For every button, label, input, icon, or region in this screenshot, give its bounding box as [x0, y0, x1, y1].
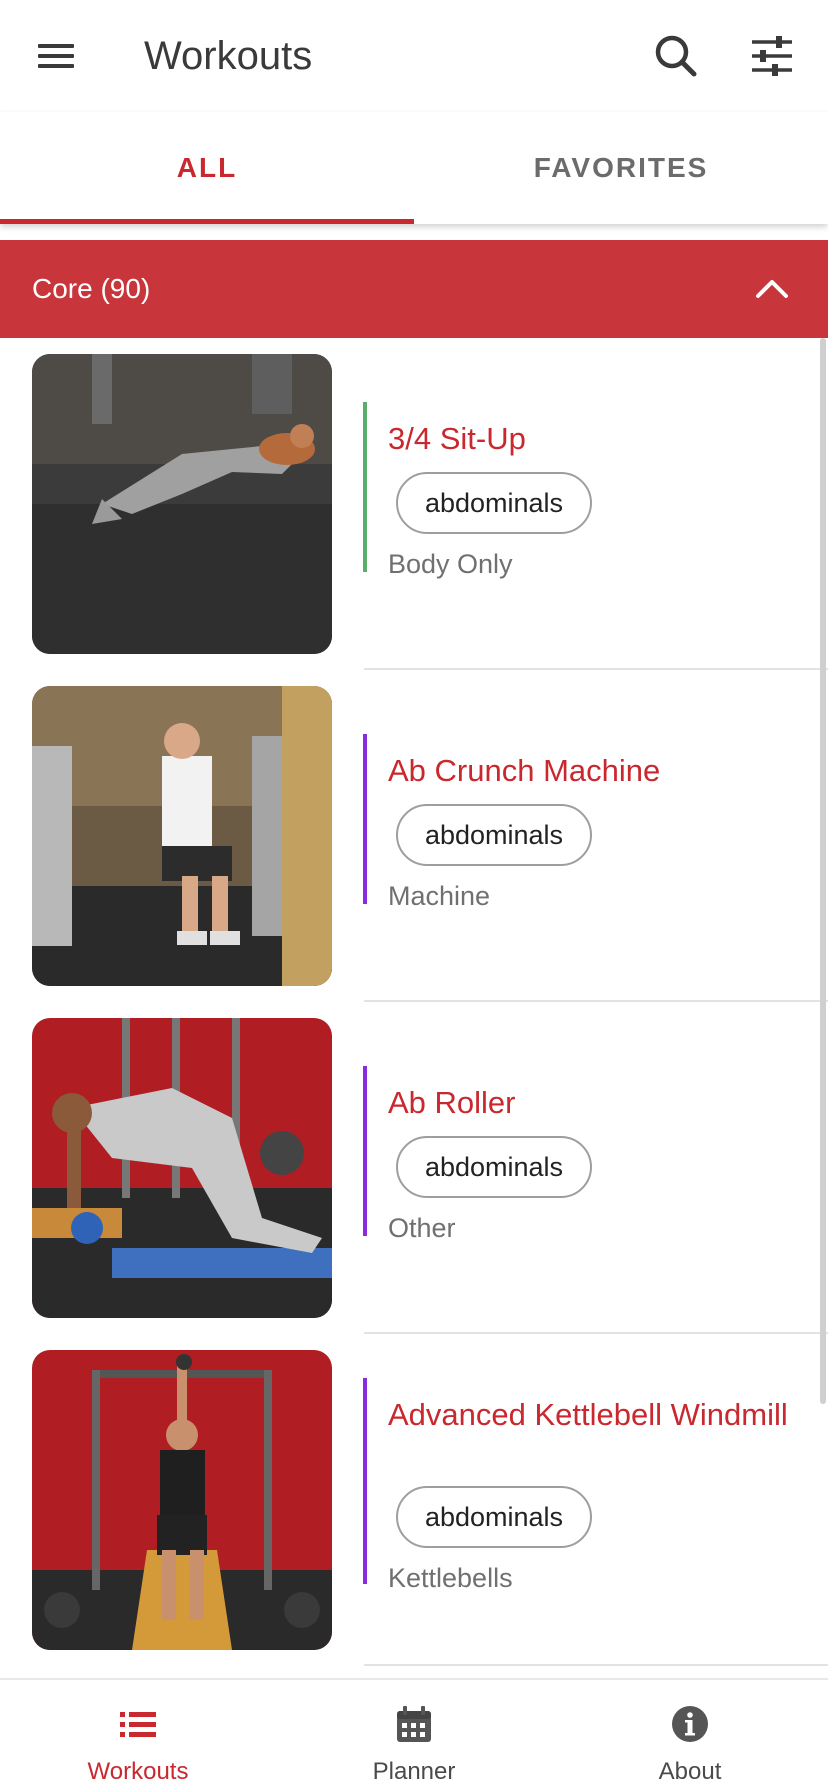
- bottom-navigation: Workouts Planner About: [0, 1678, 828, 1792]
- nav-planner[interactable]: Planner: [276, 1680, 552, 1792]
- muscle-chip[interactable]: abdominals: [396, 804, 592, 866]
- category-accent-bar: [363, 1378, 367, 1584]
- tab-favorites[interactable]: FAVORITES: [414, 112, 828, 224]
- muscle-chip[interactable]: abdominals: [396, 472, 592, 534]
- equipment-label: Machine: [388, 881, 491, 911]
- hamburger-menu-icon: [38, 44, 74, 68]
- search-button[interactable]: [650, 30, 702, 82]
- app-root: Workouts ALL FAVORITES Core (90) 3/4 Sit…: [0, 0, 828, 1792]
- tab-bar: ALL FAVORITES: [0, 112, 828, 224]
- list-icon: [120, 1712, 156, 1737]
- exercise-thumbnail: [32, 686, 332, 986]
- sliders-filter-icon: [752, 36, 792, 76]
- section-label: Core (90): [32, 273, 151, 304]
- nav-label-about: About: [658, 1758, 722, 1785]
- exercise-thumbnail: [32, 1018, 332, 1318]
- exercise-thumbnail: [32, 1350, 332, 1650]
- exercise-name: Advanced Kettlebell Windmill: [388, 1397, 788, 1432]
- list-item[interactable]: Advanced Kettlebell Windmill abdominals …: [0, 1334, 828, 1666]
- info-icon: [672, 1706, 708, 1742]
- divider: [364, 1664, 828, 1666]
- exercise-photo-ab-roller: [32, 1018, 332, 1318]
- nav-about[interactable]: About: [552, 1680, 828, 1792]
- equipment-label: Other: [388, 1213, 456, 1243]
- tab-all[interactable]: ALL: [0, 112, 414, 224]
- calendar-icon: [397, 1706, 431, 1742]
- category-accent-bar: [363, 402, 367, 572]
- nav-label-planner: Planner: [372, 1758, 456, 1785]
- exercise-name: Ab Roller: [388, 1085, 516, 1120]
- exercise-photo-ab-crunch-machine: [32, 686, 332, 986]
- top-app-bar: Workouts: [0, 0, 828, 112]
- category-accent-bar: [363, 1066, 367, 1236]
- exercise-thumbnail: [32, 354, 332, 654]
- equipment-label: Kettlebells: [388, 1563, 513, 1593]
- exercise-photo-sit-up: [32, 354, 332, 654]
- muscle-chip[interactable]: abdominals: [396, 1136, 592, 1198]
- list-item[interactable]: Ab Crunch Machine abdominals Machine: [0, 670, 828, 1002]
- search-icon: [655, 35, 697, 77]
- list-scrollbar[interactable]: [820, 338, 826, 1404]
- tab-indicator: [0, 219, 414, 224]
- list-item[interactable]: 3/4 Sit-Up abdominals Body Only: [0, 338, 828, 670]
- list-item[interactable]: Ab Roller abdominals Other: [0, 1002, 828, 1334]
- exercise-name: Ab Crunch Machine: [388, 753, 661, 788]
- filter-button[interactable]: [746, 30, 798, 82]
- nav-workouts[interactable]: Workouts: [0, 1680, 276, 1792]
- exercise-name: 3/4 Sit-Up: [388, 421, 526, 456]
- chevron-up-icon[interactable]: [752, 268, 792, 308]
- page-title: Workouts: [144, 34, 313, 78]
- nav-label-workouts: Workouts: [87, 1758, 189, 1785]
- equipment-label: Body Only: [388, 549, 513, 579]
- muscle-chip[interactable]: abdominals: [396, 1486, 592, 1548]
- exercise-photo-kettlebell-windmill: [32, 1350, 332, 1650]
- category-accent-bar: [363, 734, 367, 904]
- exercise-list: 3/4 Sit-Up abdominals Body Only Ab Crunc…: [0, 338, 828, 1678]
- section-header-core[interactable]: Core (90): [0, 240, 828, 338]
- menu-button[interactable]: [30, 34, 82, 78]
